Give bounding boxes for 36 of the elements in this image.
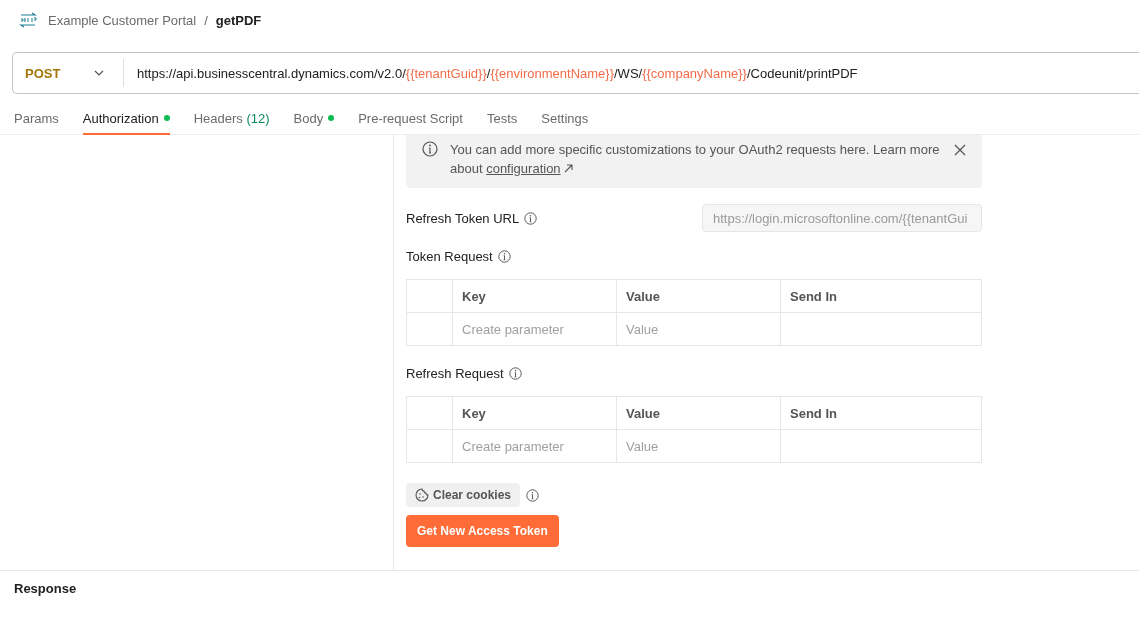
field-label: Refresh Token URL bbox=[406, 210, 520, 226]
tab[interactable]: Headers (12) bbox=[193, 103, 270, 135]
cookie-icon bbox=[415, 488, 429, 502]
tab[interactable]: Tests bbox=[486, 103, 518, 135]
external-link-icon bbox=[564, 164, 574, 173]
info-icon bbox=[422, 141, 438, 157]
tab[interactable]: Body bbox=[293, 103, 335, 135]
close-icon[interactable] bbox=[954, 144, 966, 156]
info-icon bbox=[524, 211, 538, 225]
column-header: Key bbox=[452, 279, 617, 313]
tab[interactable]: Pre-request Script bbox=[358, 103, 463, 135]
section-title: Refresh Request bbox=[406, 366, 504, 381]
breadcrumb-separator: / bbox=[204, 12, 208, 28]
info-icon bbox=[497, 250, 511, 263]
column-header: Value bbox=[616, 279, 781, 313]
tab[interactable]: Settings bbox=[541, 103, 589, 135]
refresh-token-url-field[interactable]: https://login.microsoftonline.com/{{tenantGui bbox=[702, 204, 982, 232]
method-dropdown[interactable]: POST bbox=[13, 59, 124, 87]
section-title: Token Request bbox=[406, 249, 493, 264]
request-name: getPDF bbox=[215, 12, 262, 28]
collection-name[interactable]: Example Customer Portal bbox=[48, 12, 197, 28]
column-header: Send In bbox=[780, 279, 982, 313]
info-icon bbox=[526, 488, 540, 502]
info-icon bbox=[508, 367, 522, 380]
http-icon bbox=[18, 12, 38, 28]
chevron-down-icon bbox=[93, 69, 105, 77]
tab[interactable]: Authorization bbox=[82, 103, 170, 135]
tab[interactable]: Params bbox=[14, 103, 59, 135]
configuration-link[interactable]: configuration bbox=[486, 161, 561, 176]
info-text: You can add more specific customizations to your OAuth2 requests here. Learn more about configuration bbox=[450, 141, 941, 178]
clear-cookies-button[interactable]: Clear cookies bbox=[406, 483, 521, 507]
column-header: Key bbox=[452, 396, 617, 430]
response-title: Response bbox=[14, 581, 77, 596]
url-field[interactable]: https://api.businesscentral.dynamics.com/v2.0/{{tenantGuid}}/{{environmentName}}/WS/{{companyName}}/Codeunit/printPDF bbox=[124, 65, 858, 81]
column-header: Value bbox=[616, 396, 781, 430]
column-header: Send In bbox=[780, 396, 982, 430]
